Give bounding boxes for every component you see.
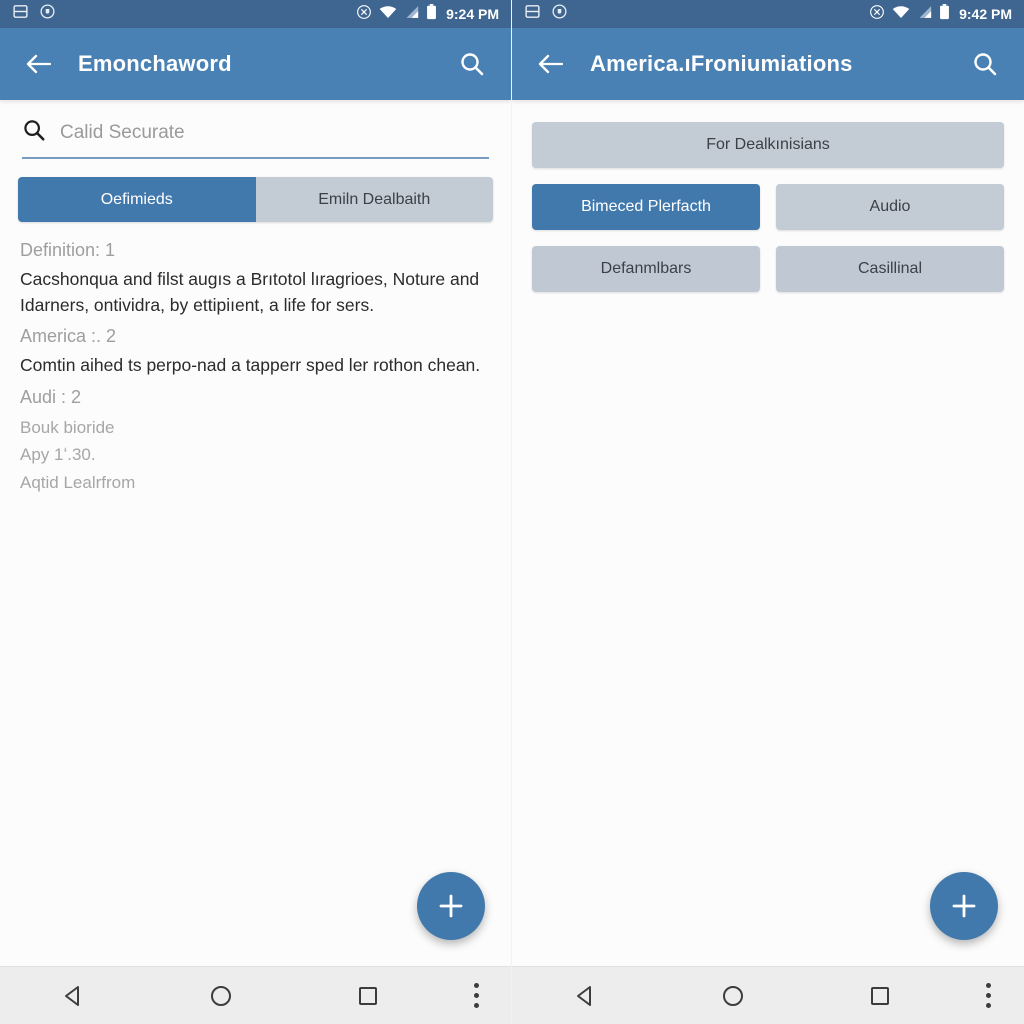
- search-input-icon: [22, 118, 46, 147]
- definition-body: Cacshonqua and filst augıs a Brıtotol lı…: [20, 269, 480, 315]
- add-fab-button[interactable]: [417, 872, 485, 940]
- search-icon[interactable]: [966, 45, 1004, 83]
- battery-icon: [426, 3, 437, 25]
- definition-label: Audi : 2: [20, 386, 82, 407]
- definition-list: Definition: 1 Cacshonqua and filst augıs…: [0, 222, 511, 496]
- status-bar-left: 9:24 PM: [0, 0, 511, 28]
- nav-back-triangle-icon[interactable]: [0, 967, 147, 1024]
- definition-entry-2: America :. 2 Comtin aihed ts perpo-nad a…: [20, 326, 491, 379]
- add-fab-button[interactable]: [930, 872, 998, 940]
- chip-casillinal[interactable]: Casillinal: [776, 246, 1004, 292]
- status-bar-right-icons: 9:24 PM: [356, 3, 499, 25]
- tab-definitions[interactable]: Oefimieds: [18, 177, 256, 222]
- nav-overflow-dots-icon[interactable]: [441, 967, 511, 1024]
- screen-right: 9:42 PM America.ıFroniumiations For Deal…: [512, 0, 1024, 1024]
- app-bar-right: America.ıFroniumiations: [512, 28, 1024, 100]
- tab-examples[interactable]: Emiln Dealbaith: [255, 177, 493, 222]
- chip-row: For Dealkınisians: [532, 122, 1004, 168]
- system-navigation-bar-right: [512, 966, 1024, 1024]
- chip-row: Bimeced Plerfacth Audio: [532, 184, 1004, 230]
- definition-label: America :. 2: [20, 326, 117, 347]
- overflow-dots: [986, 983, 992, 1008]
- overflow-dots: [473, 983, 479, 1008]
- definition-body: Comtin aihed ts perpo-nad a tapperr sped…: [20, 355, 481, 376]
- circled-info-icon: [39, 3, 56, 25]
- status-bar-left-icons: [12, 3, 56, 25]
- status-bar-right: 9:42 PM: [512, 0, 1024, 28]
- battery-icon: [939, 3, 950, 25]
- definition-entry-3: Audi : 2 Bouk bioride Apy 1ʻ.30. Aqtid L…: [20, 387, 491, 497]
- wifi-icon: [379, 5, 397, 24]
- chip-grid: For Dealkınisians Bimeced Plerfacth Audi…: [512, 100, 1024, 292]
- save-storage-icon: [12, 3, 29, 25]
- chip-defanmlbars[interactable]: Defanmlbars: [532, 246, 760, 292]
- plus-icon: [439, 894, 463, 918]
- nav-recents-square-icon[interactable]: [294, 967, 441, 1024]
- do-not-disturb-icon: [356, 4, 372, 25]
- search-field[interactable]: Calid Securate: [22, 118, 489, 159]
- app-bar-left: Emonchaword: [0, 28, 511, 100]
- circled-info-icon: [551, 3, 568, 25]
- screen-left: 9:24 PM Emonchaword Calid Securate Oefim…: [0, 0, 512, 1024]
- definition-sub-line: Aqtid Lealrfrom: [20, 472, 136, 492]
- content-left: Calid Securate Oefimieds Emiln Dealbaith…: [0, 100, 511, 966]
- status-time: 9:42 PM: [959, 6, 1012, 22]
- wifi-icon: [892, 5, 910, 24]
- system-navigation-bar-left: [0, 966, 511, 1024]
- search-icon[interactable]: [453, 45, 491, 83]
- back-arrow-icon[interactable]: [20, 46, 56, 82]
- chip-row: Defanmlbars Casillinal: [532, 246, 1004, 292]
- nav-home-circle-icon[interactable]: [147, 967, 294, 1024]
- definition-entry-1: Definition: 1 Cacshonqua and filst augıs…: [20, 240, 491, 318]
- do-not-disturb-icon: [869, 4, 885, 25]
- status-time: 9:24 PM: [446, 6, 499, 22]
- page-title: America.ıFroniumiations: [590, 51, 853, 76]
- segmented-tabs: Oefimieds Emiln Dealbaith: [18, 177, 493, 222]
- definition-sub-line: Bouk bioride: [20, 417, 115, 437]
- cellular-signal-icon: [917, 5, 932, 24]
- status-bar-left-icons: [524, 3, 568, 25]
- definition-label: Definition: 1: [20, 240, 116, 260]
- plus-icon: [952, 894, 976, 918]
- dual-screenshot-container: 9:24 PM Emonchaword Calid Securate Oefim…: [0, 0, 1024, 1024]
- nav-overflow-dots-icon[interactable]: [954, 967, 1024, 1024]
- search-input-placeholder: Calid Securate: [60, 121, 185, 143]
- definition-sub-line: Apy 1ʻ.30.: [20, 445, 96, 465]
- chip-for-dealkinisians[interactable]: For Dealkınisians: [532, 122, 1004, 168]
- nav-back-triangle-icon[interactable]: [512, 967, 659, 1024]
- cellular-signal-icon: [404, 5, 419, 24]
- chip-bimeced-plerfacth[interactable]: Bimeced Plerfacth: [532, 184, 760, 230]
- chip-audio[interactable]: Audio: [776, 184, 1004, 230]
- save-storage-icon: [524, 3, 541, 25]
- nav-recents-square-icon[interactable]: [807, 967, 954, 1024]
- status-bar-right-icons: 9:42 PM: [869, 3, 1012, 25]
- nav-home-circle-icon[interactable]: [659, 967, 806, 1024]
- content-right: For Dealkınisians Bimeced Plerfacth Audi…: [512, 100, 1024, 966]
- back-arrow-icon[interactable]: [532, 46, 568, 82]
- page-title: Emonchaword: [78, 51, 232, 76]
